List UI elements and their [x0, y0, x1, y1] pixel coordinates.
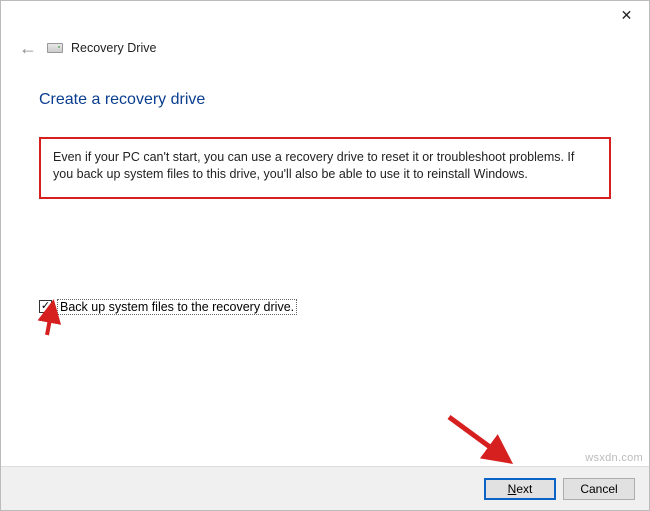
backup-checkbox-row[interactable]: ✓ Back up system files to the recovery d…: [39, 299, 611, 315]
backup-checkbox[interactable]: ✓: [39, 300, 52, 313]
check-icon: ✓: [41, 301, 50, 312]
back-arrow-icon[interactable]: ←: [19, 39, 39, 57]
cancel-button[interactable]: Cancel: [563, 478, 635, 500]
titlebar: ✕: [1, 1, 649, 31]
page-heading: Create a recovery drive: [39, 91, 611, 109]
footer: Next Cancel: [1, 466, 649, 510]
content-area: Create a recovery drive Even if your PC …: [1, 57, 649, 315]
header: ← Recovery Drive: [1, 31, 649, 57]
annotation-arrow-next: [443, 411, 523, 471]
next-button-label: Next: [508, 482, 533, 496]
drive-icon: [47, 43, 63, 53]
backup-checkbox-label: Back up system files to the recovery dri…: [57, 299, 297, 315]
next-button[interactable]: Next: [484, 478, 556, 500]
header-title: Recovery Drive: [71, 41, 156, 55]
cancel-button-label: Cancel: [580, 482, 617, 496]
close-button[interactable]: ✕: [604, 1, 649, 29]
close-icon: ✕: [621, 7, 633, 24]
description-text: Even if your PC can't start, you can use…: [39, 137, 611, 199]
watermark: wsxdn.com: [585, 452, 643, 464]
